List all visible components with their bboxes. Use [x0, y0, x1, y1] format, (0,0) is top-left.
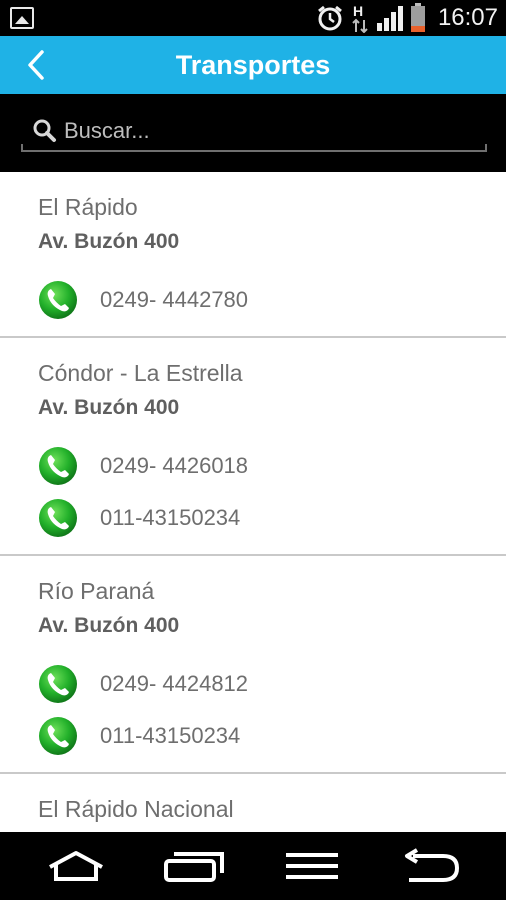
phone-number: 0249- 4424812 [100, 671, 249, 696]
image-notification-icon [10, 7, 34, 29]
phone-row[interactable]: 0249- 4442780 [38, 274, 506, 326]
battery-icon [410, 3, 425, 32]
phone-row[interactable]: 011-43150234 [38, 710, 506, 762]
back-button[interactable] [20, 46, 60, 84]
transport-item[interactable]: El Rápido Nacional [0, 774, 506, 832]
status-bar: H 16:07 [0, 0, 506, 36]
search-box [21, 112, 487, 152]
phone-icon [39, 281, 77, 319]
clock: 16:07 [437, 4, 498, 31]
chevron-left-icon [28, 50, 44, 80]
signal-icon [376, 6, 403, 31]
phone-row[interactable]: 011-43150234 [38, 492, 506, 544]
transport-item[interactable]: Cóndor - La Estrella Av. Buzón 400 0249- 4… [0, 338, 506, 556]
menu-icon [286, 853, 338, 879]
transport-name: El Rápido [38, 194, 138, 220]
page-title: Transportes [175, 50, 331, 80]
phone-number: 0249- 4426018 [100, 453, 249, 478]
alarm-icon [318, 5, 342, 31]
phone-row[interactable]: 0249- 4424812 [38, 658, 506, 710]
phone-icon [39, 499, 77, 537]
hsdpa-icon: H [352, 3, 368, 33]
phone-list: 0249- 4426018 011-43150234 [38, 440, 506, 554]
transport-name: El Rápido Nacional [38, 796, 234, 822]
menu-button[interactable] [272, 840, 352, 892]
transport-address: Av. Buzón 400 [38, 230, 180, 253]
back-icon [405, 848, 460, 882]
phone-row[interactable]: 0249- 4426018 [38, 440, 506, 492]
search-input[interactable] [64, 114, 474, 148]
transport-item[interactable]: El Rápido Av. Buzón 400 0249- 4442780 [0, 172, 506, 338]
transport-address: Av. Buzón 400 [38, 614, 180, 637]
transport-list: El Rápido Av. Buzón 400 0249- 4442780 Cóndo… [0, 172, 506, 832]
transport-address: Av. Buzón 400 [38, 396, 180, 419]
phone-number: 0249- 4442780 [100, 287, 249, 312]
phone-list: 0249- 4442780 [38, 274, 506, 336]
navigation-bar [0, 832, 506, 900]
phone-icon [39, 717, 77, 755]
recent-apps-icon [164, 852, 224, 882]
home-icon [49, 851, 103, 881]
transport-item[interactable]: Río Paraná Av. Buzón 400 0249- 4424812 011-… [0, 556, 506, 774]
back-nav-button[interactable] [390, 840, 470, 892]
svg-text:H: H [353, 3, 363, 19]
home-button[interactable] [36, 840, 116, 892]
phone-icon [39, 447, 77, 485]
phone-number: 011-43150234 [100, 505, 241, 530]
phone-list: 0249- 4424812 011-43150234 [38, 658, 506, 772]
phone-number: 011-43150234 [100, 723, 241, 748]
search-bar [0, 94, 506, 172]
phone-icon [39, 665, 77, 703]
search-icon [33, 119, 56, 142]
recent-apps-button[interactable] [154, 840, 234, 892]
action-bar: Transportes [0, 36, 506, 94]
transport-name: Cóndor - La Estrella [38, 360, 243, 386]
status-icons: H 16:07 [316, 0, 498, 36]
transport-name: Río Paraná [38, 578, 155, 604]
